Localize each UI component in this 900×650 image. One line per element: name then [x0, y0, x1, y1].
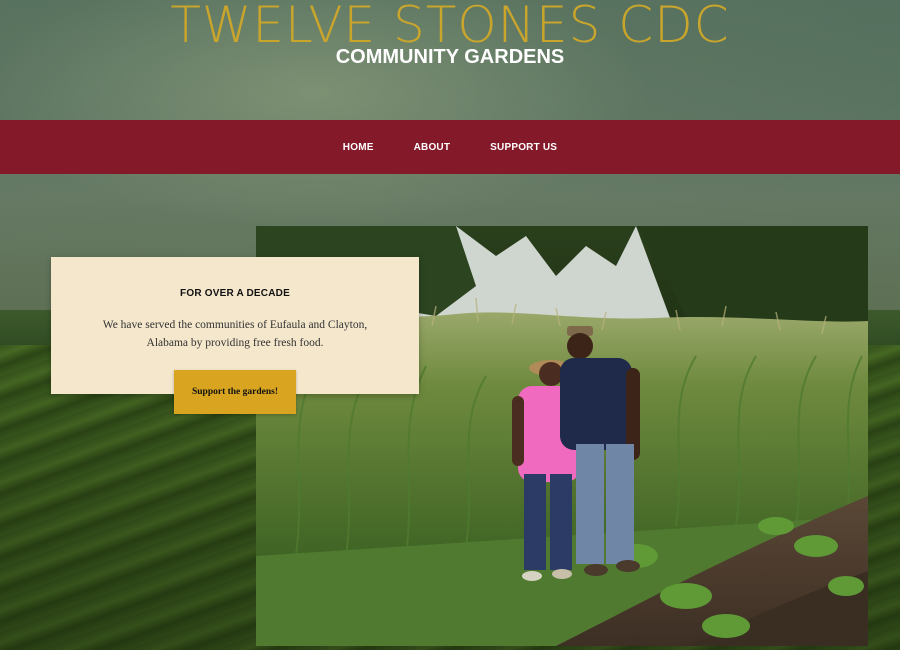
site-subtitle: COMMUNITY GARDENS — [335, 46, 565, 68]
support-gardens-button[interactable]: Support the gardens! — [174, 370, 296, 414]
intro-heading: FOR OVER A DECADE — [180, 288, 290, 299]
nav-support-us[interactable]: SUPPORT US — [490, 142, 557, 153]
nav-about[interactable]: ABOUT — [414, 142, 451, 153]
main-nav: HOME ABOUT SUPPORT US — [0, 120, 900, 174]
intro-text: We have served the communities of Eufaul… — [102, 319, 368, 349]
nav-home[interactable]: HOME — [343, 142, 374, 153]
